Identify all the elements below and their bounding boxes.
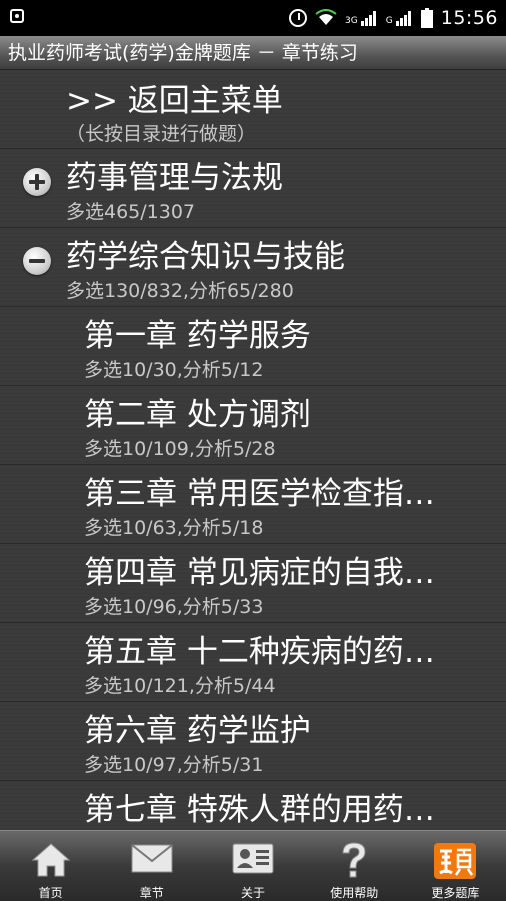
- back-to-menu-row[interactable]: >> 返回主菜单 （长按目录进行做题）: [0, 71, 506, 149]
- nav-label: 更多题库: [431, 886, 480, 900]
- bottom-nav: 首页 章节 关于 使用帮助 更多题库: [0, 830, 506, 901]
- status-bar: 3G G 15:56: [0, 0, 506, 36]
- list-item[interactable]: 药事管理与法规 多选465/1307: [0, 149, 506, 228]
- question-icon: [337, 841, 371, 885]
- nav-label: 关于: [241, 886, 266, 900]
- signal-icon: [360, 9, 378, 27]
- list-item-stats: 多选10/97,分析5/31: [84, 754, 264, 776]
- expand-plus-icon[interactable]: [23, 168, 51, 196]
- list-item-stats: 多选10/30,分析5/12: [84, 359, 264, 381]
- nav-label: 使用帮助: [330, 886, 379, 900]
- long-press-hint: （长按目录进行做题）: [66, 123, 257, 145]
- list-item-stats: 多选10/96,分析5/33: [84, 596, 264, 618]
- nav-help-button[interactable]: 使用帮助: [304, 831, 405, 901]
- status-icons: 3G G 15:56: [289, 0, 498, 36]
- list-item-title: 第七章 特殊人群的用药…: [84, 792, 435, 828]
- back-to-menu-label: >> 返回主菜单: [66, 83, 283, 119]
- battery-icon: [420, 8, 433, 28]
- list-item[interactable]: 第二章 处方调剂 多选10/109,分析5/28: [0, 386, 506, 465]
- list-item-title: 第一章 药学服务: [84, 318, 311, 354]
- nav-label: 章节: [139, 886, 164, 900]
- list-item-title: 第三章 常用医学检查指…: [84, 476, 435, 512]
- nav-about-button[interactable]: 关于: [202, 831, 303, 901]
- nav-chapter-button[interactable]: 章节: [101, 831, 202, 901]
- list-item-stats: 多选10/109,分析5/28: [84, 438, 276, 460]
- list-item-title: 药事管理与法规: [66, 160, 283, 196]
- collapse-minus-icon[interactable]: [23, 247, 51, 275]
- home-icon: [31, 841, 71, 883]
- alarm-icon: [289, 9, 308, 27]
- list-item[interactable]: 第四章 常见病症的自我… 多选10/96,分析5/33: [0, 544, 506, 623]
- list-item-stats: 多选130/832,分析65/280: [66, 280, 294, 302]
- clock: 15:56: [440, 7, 498, 29]
- page-title: 执业药师考试(药学)金牌题库 － 章节练习: [0, 36, 506, 70]
- list-item-title: 第四章 常见病症的自我…: [84, 555, 435, 591]
- signal-icon-2: [395, 9, 413, 27]
- list-item[interactable]: 第三章 常用医学检查指… 多选10/63,分析5/18: [0, 465, 506, 544]
- list-item-title: 第六章 药学监护: [84, 713, 311, 749]
- list-item[interactable]: 第一章 药学服务 多选10/30,分析5/12: [0, 307, 506, 386]
- wifi-icon: [315, 9, 337, 27]
- ti-logo-icon: [432, 841, 478, 885]
- list-item-stats: 多选10/63,分析5/18: [84, 517, 264, 539]
- network-type-label-2: G: [385, 16, 393, 26]
- mail-icon: [130, 841, 174, 879]
- network-type-label: 3G: [345, 16, 358, 26]
- list-item[interactable]: 第五章 十二种疾病的药… 多选10/121,分析5/44: [0, 623, 506, 702]
- list-item[interactable]: 第七章 特殊人群的用药…: [0, 781, 506, 830]
- list-item-stats: 多选10/121,分析5/44: [84, 675, 276, 697]
- list-item-title: 药学综合知识与技能: [66, 239, 345, 275]
- list-item-title: 第五章 十二种疾病的药…: [84, 634, 435, 670]
- id-card-icon: [231, 841, 275, 879]
- list-item-stats: 多选465/1307: [66, 201, 196, 223]
- nav-label: 首页: [38, 886, 63, 900]
- list-item-title: 第二章 处方调剂: [84, 397, 311, 433]
- nav-more-banks-button[interactable]: 更多题库: [405, 831, 506, 901]
- list-item[interactable]: 药学综合知识与技能 多选130/832,分析65/280: [0, 228, 506, 307]
- nav-home-button[interactable]: 首页: [0, 831, 101, 901]
- screenshot-icon: [10, 9, 24, 23]
- chapter-list[interactable]: >> 返回主菜单 （长按目录进行做题） 药事管理与法规 多选465/1307 药…: [0, 71, 506, 830]
- list-item[interactable]: 第六章 药学监护 多选10/97,分析5/31: [0, 702, 506, 781]
